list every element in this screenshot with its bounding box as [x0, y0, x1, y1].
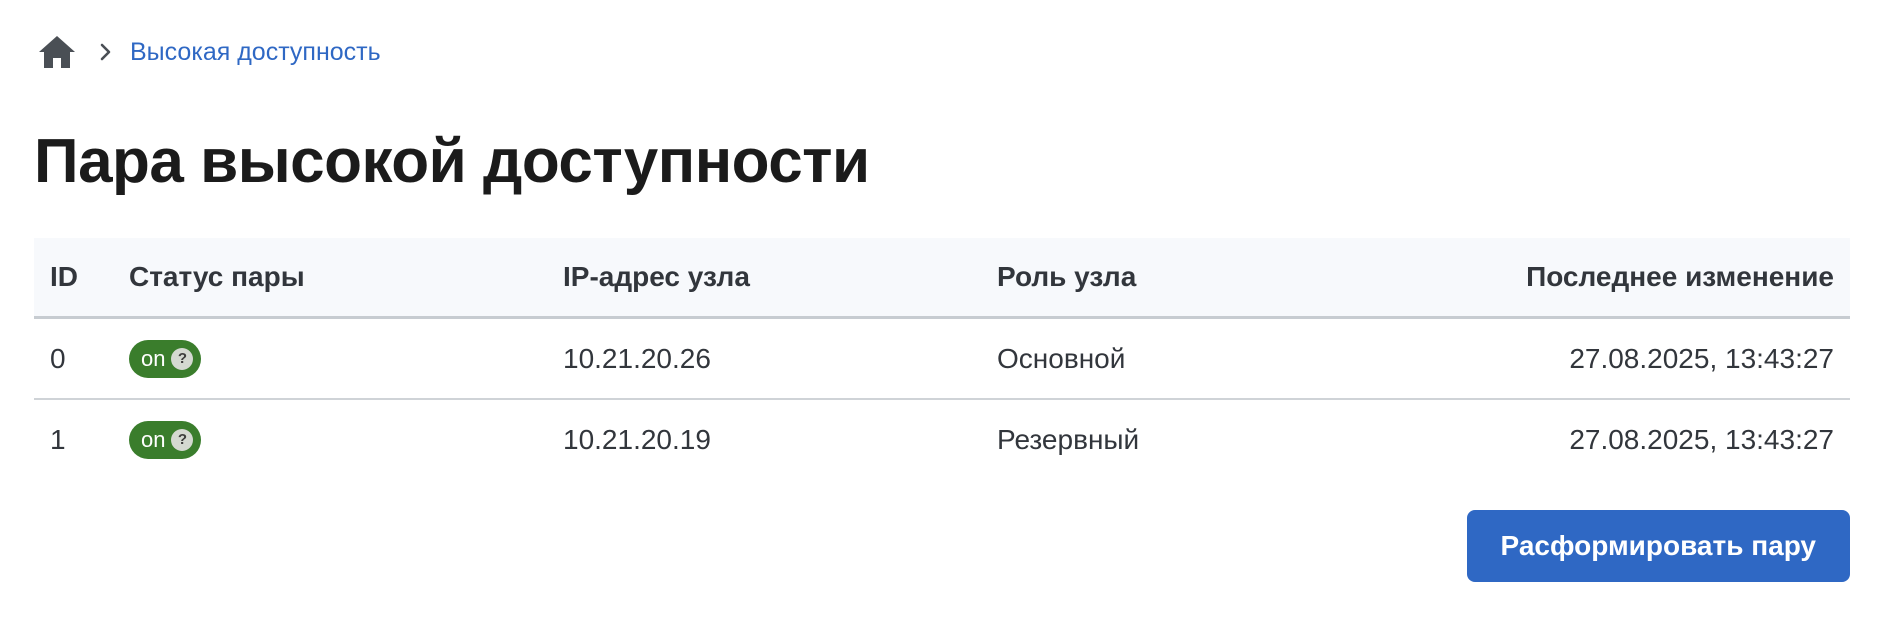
help-icon[interactable]: ? — [171, 428, 194, 451]
cell-id: 1 — [50, 423, 66, 455]
table-row: 1 on ? 10.21.20.19 Резервный 27.08.2025,… — [34, 399, 1850, 479]
page-title: Пара высокой доступности — [34, 127, 870, 196]
cell-role: Резервный — [997, 423, 1140, 455]
cell-status: on ? — [113, 317, 547, 400]
status-badge[interactable]: on ? — [129, 420, 202, 459]
table-header-row: ID Статус пары IP-адрес узла Роль узла П… — [34, 238, 1850, 319]
column-header-ip: IP-адрес узла — [547, 238, 981, 319]
cell-last-change: 27.08.2025, 13:43:27 — [1569, 423, 1834, 455]
table-row: 0 on ? 10.21.20.26 Основной 27.08.2025, … — [34, 317, 1850, 400]
cell-last-change: 27.08.2025, 13:43:27 — [1415, 317, 1850, 400]
breadcrumb: Высокая доступность — [38, 30, 381, 74]
column-header-role: Роль узла — [981, 238, 1415, 319]
status-badge-label: on — [141, 345, 166, 371]
cell-status: on ? — [113, 399, 547, 479]
cell-ip: 10.21.20.26 — [547, 317, 981, 400]
column-header-last-change: Последнее изменение — [1415, 238, 1850, 319]
ha-pair-table: ID Статус пары IP-адрес узла Роль узла П… — [34, 238, 1850, 479]
breadcrumb-link-high-availability[interactable]: Высокая доступность — [130, 38, 381, 67]
status-badge-label: on — [141, 426, 166, 452]
cell-role: Основной — [981, 317, 1415, 400]
home-icon[interactable] — [38, 35, 76, 69]
column-header-id: ID — [34, 238, 113, 319]
dissolve-pair-button[interactable]: Расформировать пару — [1466, 510, 1850, 582]
cell-id: 0 — [34, 317, 113, 400]
cell-ip: 10.21.20.19 — [563, 423, 711, 455]
help-icon[interactable]: ? — [171, 347, 194, 370]
status-badge[interactable]: on ? — [129, 339, 202, 378]
column-header-status: Статус пары — [113, 238, 547, 319]
chevron-right-icon — [100, 43, 112, 61]
